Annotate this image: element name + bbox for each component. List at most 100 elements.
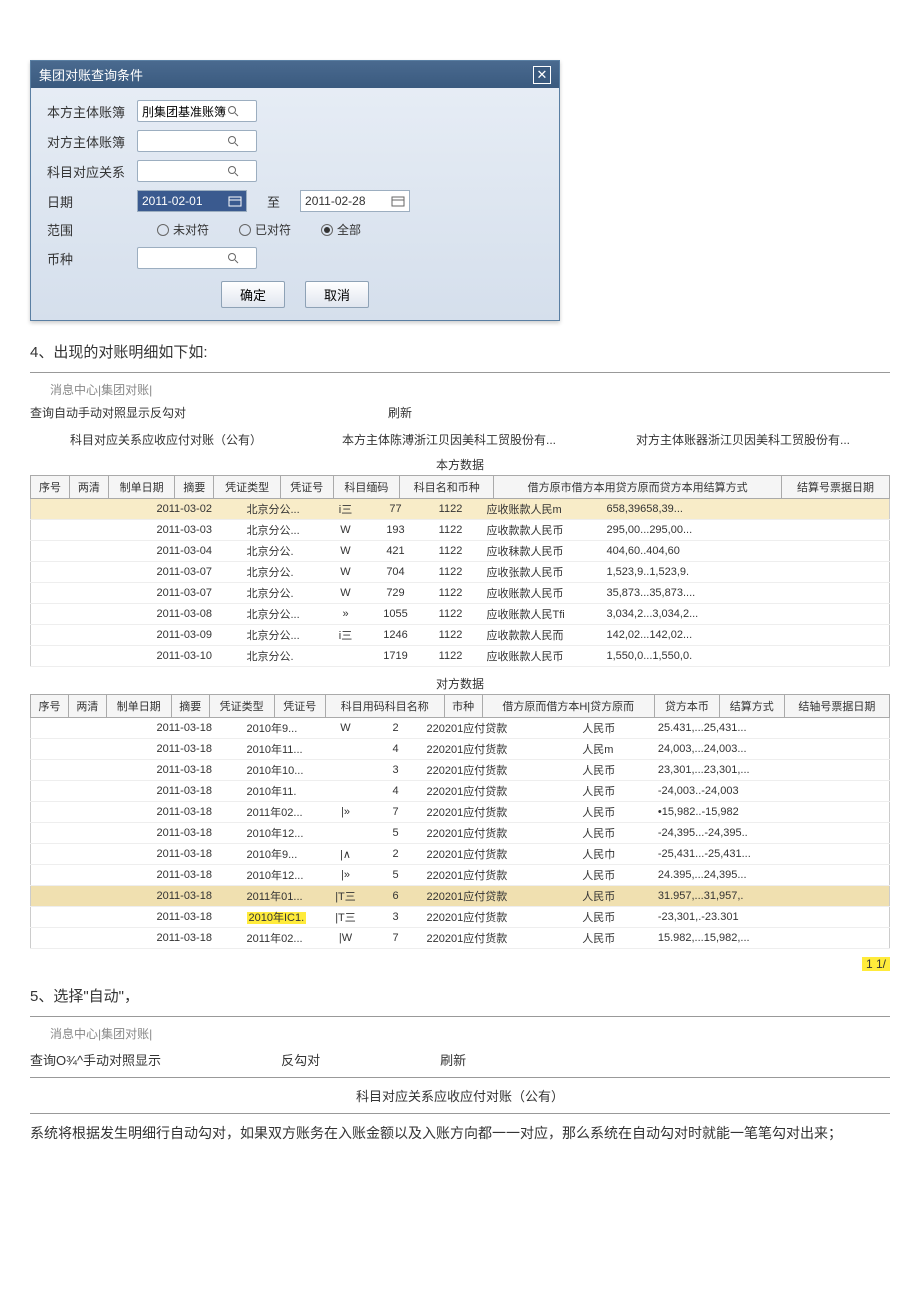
date-from-value: 2011-02-01 [142,194,228,208]
info-row: 科目对应关系应收应付对账（公有） 本方主体陈溥浙江贝因美科工贸股份有... 对方… [30,431,890,448]
column-header: 结算号票据日期 [781,476,889,499]
other-data-title: 对方数据 [30,675,890,692]
toolbar: 查询自动手动对照显示反勾对 刷新 [30,404,890,421]
column-header: 两清 [68,695,106,718]
column-header: 结算方式 [719,695,784,718]
subject-rel-label: 科目对应关系 [47,162,137,181]
column-header: 科目用码科目名称 [325,695,444,718]
radio-icon [321,224,333,236]
table-row[interactable]: 2011-03-09北京分公...i三12461122应收款款人民而142,02… [31,625,890,646]
toolbar2: 查询O¾^手动对照显示 反勾对 刷新 [30,1050,890,1069]
table-row[interactable]: 2011-03-182010年11.4220201应付贷款人民币-24,003.… [31,781,890,802]
subject-rel-field[interactable] [142,164,227,178]
subject-rel-2: 科目对应关系应收应付对账（公有） [30,1086,890,1105]
column-header: 序号 [31,476,70,499]
own-entity-info: 本方主体陈溥浙江贝因美科工贸股份有... [342,431,556,448]
table-row[interactable]: 2011-03-04北京分公.W4211122应收秣款人民币404,60..40… [31,541,890,562]
refresh-button[interactable]: 刷新 [388,404,412,421]
date-from-input[interactable]: 2011-02-01 [137,190,247,212]
own-data-header: 序号两清制单日期摘要凭证类型凭证号科目缅码科目名和币种借方原市借方本用贷方原而贷… [30,475,890,499]
body-text: 系统将根据发生明细行自动勾对，如果双方账务在入账金额以及入账方向都一一对应，那么… [30,1122,890,1144]
dialog-header: 集团对账查询条件 ✕ [31,61,559,88]
table-row[interactable]: 2011-03-07北京分公.W7041122应收张款人民币1,523,9..1… [31,562,890,583]
table-row[interactable]: 2011-03-182010年10...3220201应付货款人民币23,301… [31,760,890,781]
table-row[interactable]: 2011-03-182010年IC1.|T三3220201应付货款人民币-23,… [31,907,890,928]
column-header: 市种 [444,695,482,718]
own-ledger-label: 本方主体账簿 [47,102,137,121]
search-icon[interactable] [227,252,239,264]
subject-rel-input[interactable] [137,160,257,182]
date-label: 日期 [47,192,137,211]
table-row[interactable]: 2011-03-182010年12...|»5220201应付货款人民币24.3… [31,865,890,886]
toolbar2-b[interactable]: 反勾对 [281,1050,320,1069]
date-to-value: 2011-02-28 [305,194,391,208]
range-radio-group: 未对符 已对符 全部 [157,221,361,238]
own-ledger-input[interactable] [137,100,257,122]
own-data-title: 本方数据 [30,456,890,473]
dialog-body: 本方主体账簿 对方主体账簿 科目对应关系 日期 2011-02-01 [31,88,559,320]
own-data-table: 2011-03-02北京分公...i三771122应收账款人民m658,3965… [30,499,890,667]
column-header: 摘要 [175,476,214,499]
other-ledger-field[interactable] [142,134,227,148]
toolbar-items[interactable]: 查询自动手动对照显示反勾对 [30,404,186,421]
table-row[interactable]: 2011-03-07北京分公.W7291122应收账款人民币35,873...3… [31,583,890,604]
table-row[interactable]: 2011-03-08北京分公...»10551122应收账款人民Tfi3,034… [31,604,890,625]
search-icon[interactable] [227,135,239,147]
date-to-input[interactable]: 2011-02-28 [300,190,410,212]
column-header: 摘要 [171,695,209,718]
column-header: 结轴号票据日期 [784,695,889,718]
table-row[interactable]: 2011-03-182010年9...W2220201应付贷款人民币25.431… [31,718,890,739]
cancel-button[interactable]: 取消 [305,281,369,308]
radio-matched[interactable]: 已对符 [239,221,291,238]
column-header: 凭证号 [280,476,333,499]
subject-rel-info: 科目对应关系应收应付对账（公有） [70,431,262,448]
table-row[interactable]: 2011-03-03北京分公...W1931122应收款款人民币295,00..… [31,520,890,541]
column-header: 制单日期 [108,476,175,499]
table-row[interactable]: 2011-03-182011年02...|»7220201应付货款人民币•15,… [31,802,890,823]
close-icon[interactable]: ✕ [533,66,551,84]
column-header: 制单日期 [106,695,171,718]
column-header: 借方原市借方本用贷方原而贷方本用结算方式 [494,476,782,499]
table-row[interactable]: 2011-03-182010年12...5220201应付货款人民币-24,39… [31,823,890,844]
other-ledger-label: 对方主体账簿 [47,132,137,151]
radio-icon [157,224,169,236]
calendar-icon[interactable] [391,195,405,207]
table-row[interactable]: 2011-03-182010年9...|∧2220201应付货款人民巾-25,4… [31,844,890,865]
column-header: 科目名和币种 [400,476,494,499]
column-header: 科目缅码 [333,476,400,499]
search-icon[interactable] [227,105,239,117]
radio-all[interactable]: 全部 [321,221,361,238]
ok-button[interactable]: 确定 [221,281,285,308]
table-row[interactable]: 2011-03-182011年01...|T三6220201应付贷款人民币31.… [31,886,890,907]
column-header: 借方原而借方本H|贷方原而 [482,695,654,718]
currency-input[interactable] [137,247,257,269]
column-header: 贷方本币 [654,695,719,718]
divider [30,372,890,373]
step5-text: 5、选择"自动"， [30,985,890,1006]
radio-unmatched[interactable]: 未对符 [157,221,209,238]
page-marker: 1 1/ [862,957,890,971]
search-icon[interactable] [227,165,239,177]
date-to-label: 至 [267,192,280,211]
divider [30,1077,890,1078]
other-ledger-input[interactable] [137,130,257,152]
table-row[interactable]: 2011-03-10北京分公.17191122应收账款人民币1,550,0...… [31,646,890,667]
table-row[interactable]: 2011-03-02北京分公...i三771122应收账款人民m658,3965… [31,499,890,520]
table-row[interactable]: 2011-03-182011年02...|W7220201应付货款人民币15.9… [31,928,890,949]
other-entity-info: 对方主体账器浙江贝因美科工贸股份有... [636,431,850,448]
table-row[interactable]: 2011-03-182010年11...4220201应付货款人民m24,003… [31,739,890,760]
radio-icon [239,224,251,236]
column-header: 两清 [69,476,108,499]
column-header: 凭证类型 [209,695,274,718]
currency-field[interactable] [142,251,227,265]
calendar-icon[interactable] [228,195,242,207]
column-header: 序号 [31,695,69,718]
column-header: 凭证号 [274,695,325,718]
own-ledger-field[interactable] [142,104,227,118]
other-data-header: 序号两清制单日期摘要凭证类型凭证号科目用码科目名称市种借方原而借方本H|贷方原而… [30,694,890,718]
toolbar2-c[interactable]: 刷新 [440,1050,466,1069]
step4-text: 4、出现的对账明细如下如: [30,341,890,362]
other-data-table: 2011-03-182010年9...W2220201应付贷款人民币25.431… [30,718,890,949]
column-header: 凭证类型 [214,476,281,499]
toolbar2-a[interactable]: 查询O¾^手动对照显示 [30,1050,161,1069]
